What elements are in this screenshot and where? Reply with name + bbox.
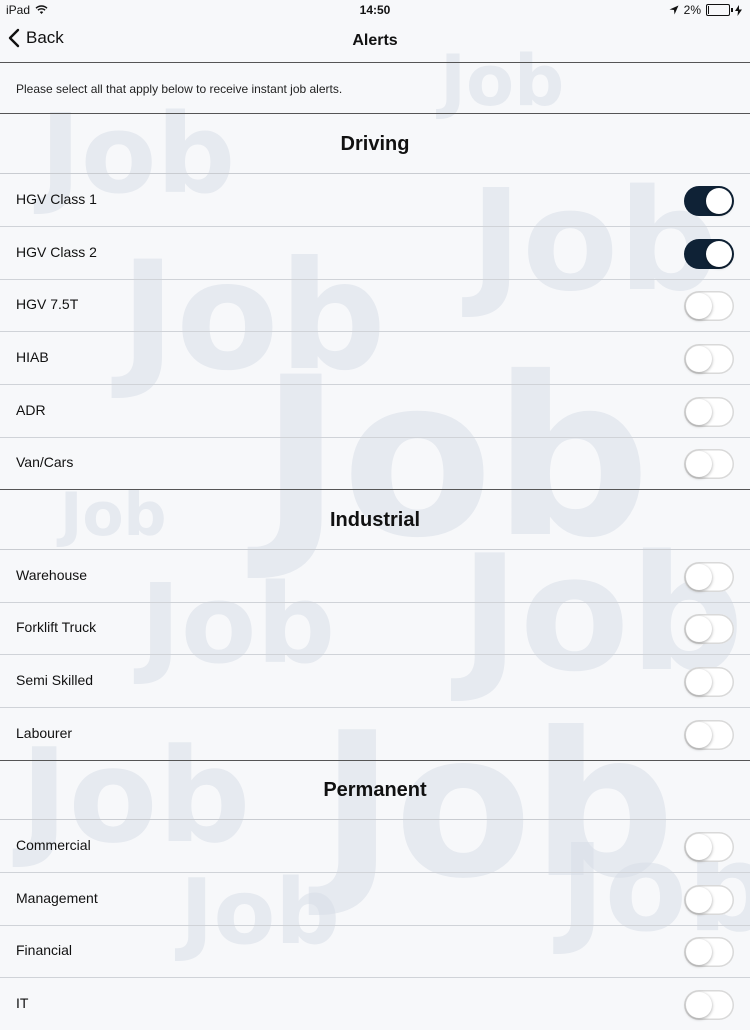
alert-row-it: IT [0,978,750,1030]
alert-toggle[interactable] [684,720,734,750]
toggle-knob [686,451,712,477]
alert-toggle[interactable] [684,885,734,915]
toggle-knob [686,939,712,965]
toggle-knob [686,992,712,1018]
alert-toggle[interactable] [684,186,734,216]
alert-label: HGV Class 2 [16,244,97,260]
alert-toggle[interactable] [684,990,734,1020]
alert-row-hgv-7-5t: HGV 7.5T [0,279,750,332]
alerts-screen: iPad 14:50 2% Back Alerts Please select … [0,0,750,1020]
alert-label: HGV Class 1 [16,191,97,207]
intro-divider [0,113,750,114]
toggle-knob [686,834,712,860]
alert-toggle[interactable] [684,937,734,967]
alert-row-warehouse: Warehouse [0,550,750,603]
alert-toggle[interactable] [684,344,734,374]
alert-label: Financial [16,942,73,958]
alert-toggle[interactable] [684,449,734,479]
alert-toggle[interactable] [684,239,734,269]
alert-label: HIAB [16,349,49,365]
alert-toggle[interactable] [684,667,734,697]
page-title: Alerts [352,32,398,49]
alert-label: Management [16,890,98,906]
alert-toggle[interactable] [684,291,734,321]
status-bar: iPad 14:50 2% [0,0,750,22]
status-time: 14:50 [359,3,391,17]
alert-row-adr: ADR [0,385,750,438]
toggle-knob [686,564,712,590]
battery-icon [706,4,733,16]
battery-percentage: 2% [683,3,701,17]
section-title-permanent: Permanent [323,779,427,801]
toggle-knob [686,887,712,913]
toggle-knob [706,241,732,267]
alert-row-forklift-truck: Forklift Truck [0,602,750,655]
alert-row-financial: Financial [0,925,750,978]
alert-label: IT [16,995,29,1011]
alert-toggle[interactable] [684,397,734,427]
alert-toggle[interactable] [684,614,734,644]
toggle-knob [686,669,712,695]
alert-label: Van/Cars [16,454,74,470]
alert-row-labourer: Labourer [0,708,750,761]
alert-label: HGV 7.5T [16,296,79,312]
alert-toggle[interactable] [684,562,734,592]
alert-label: Labourer [16,725,73,741]
toggle-knob [706,188,732,214]
toggle-knob [686,346,712,372]
toggle-knob [686,293,712,319]
alert-row-management: Management [0,873,750,926]
section-title-industrial: Industrial [329,509,420,531]
toggle-knob [686,616,712,642]
alert-row-commercial: Commercial [0,820,750,873]
toggle-knob [686,722,712,748]
section-title-driving: Driving [340,133,410,155]
alert-label: Warehouse [16,567,88,583]
charging-bolt-icon [735,4,742,16]
location-arrow-icon [669,5,679,15]
alert-toggle[interactable] [684,832,734,862]
alert-label: Forklift Truck [16,619,97,635]
alert-row-hiab: HIAB [0,332,750,385]
toggle-knob [686,399,712,425]
alert-row-van-cars: Van/Cars [0,437,750,490]
navigation-bar: Back Alerts [0,22,750,62]
alert-row-hgv-class-2: HGV Class 2 [0,227,750,280]
alert-label: Semi Skilled [16,672,94,688]
intro-text: Please select all that apply below to re… [16,82,343,96]
alert-label: ADR [16,402,46,418]
alert-label: Commercial [16,837,91,853]
navbar-divider [0,62,750,63]
alert-row-hgv-class-1: HGV Class 1 [0,174,750,227]
alert-row-semi-skilled: Semi Skilled [0,655,750,708]
